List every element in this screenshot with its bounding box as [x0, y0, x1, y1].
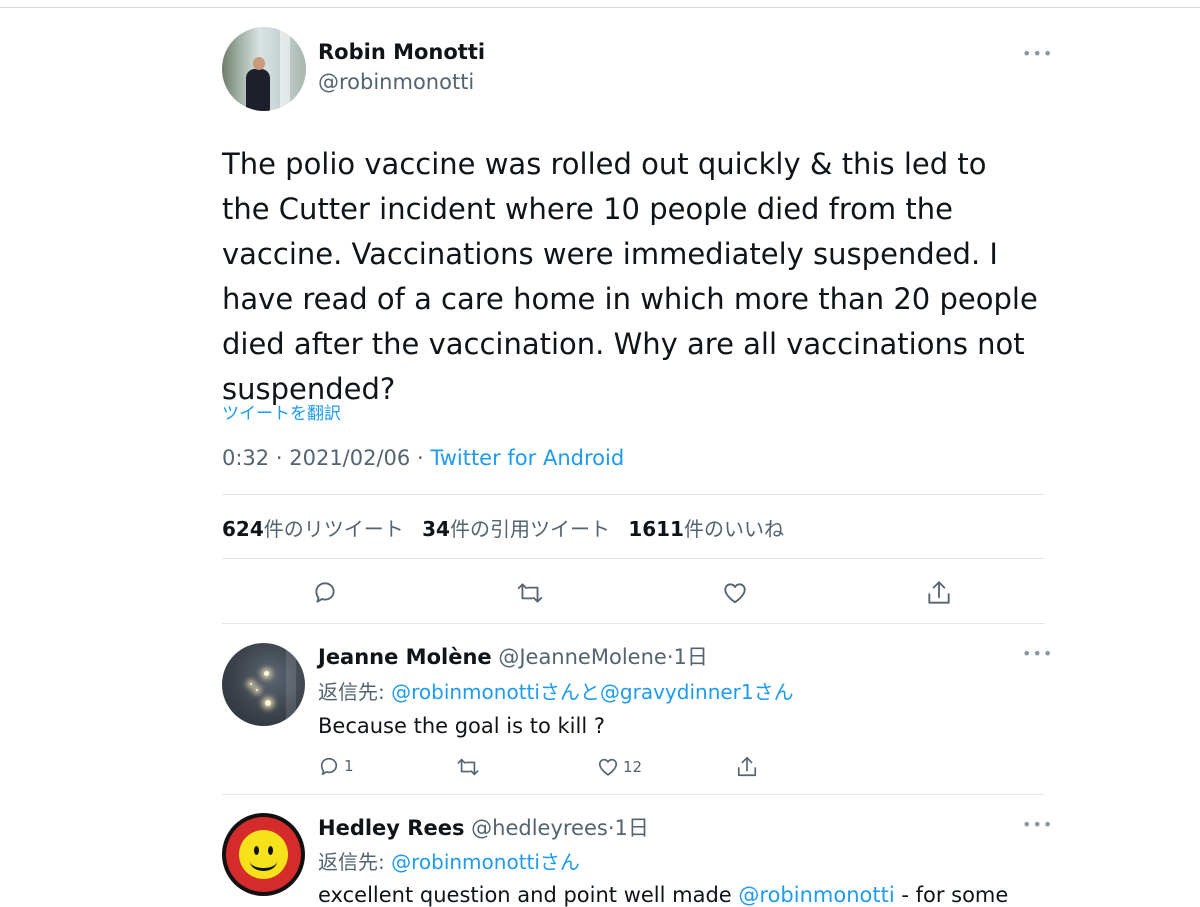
author-handle[interactable]: @robinmonotti	[318, 70, 474, 94]
reply-age[interactable]: ·1日	[667, 645, 708, 669]
avatar-star	[264, 671, 269, 676]
retweets-stat[interactable]: 624件のリツイート	[222, 517, 404, 541]
avatar-star	[265, 700, 271, 706]
like-icon[interactable]	[722, 580, 748, 606]
smiley-mouth	[250, 852, 277, 871]
likes-count: 1611	[628, 517, 684, 541]
meta-separator: ·	[275, 446, 283, 470]
reply-icon	[320, 757, 338, 776]
quotes-label: 件の引用ツイート	[449, 517, 610, 541]
avatar-figure-body	[246, 69, 270, 111]
divider	[222, 558, 1045, 559]
likes-label: 件のいいね	[683, 517, 784, 541]
like-count: 12	[623, 758, 643, 776]
tweet-text: The polio vaccine was rolled out quickly…	[222, 147, 1038, 406]
divider	[222, 623, 1045, 624]
avatar-figure-head	[253, 57, 265, 70]
retweet-icon	[457, 758, 479, 776]
reply-age[interactable]: ·1日	[608, 816, 649, 840]
replying-to: 返信先: @robinmonottiさん	[318, 846, 580, 875]
reply-avatar[interactable]	[222, 813, 305, 896]
reply-reply-action[interactable]: 1	[318, 755, 354, 777]
reply-author-handle[interactable]: @JeanneMolene	[498, 645, 666, 669]
retweets-label: 件のリツイート	[263, 517, 404, 541]
retweets-count: 624	[222, 517, 264, 541]
like-icon	[598, 758, 618, 776]
reply-header: Hedley Rees @hedleyrees·1日	[318, 812, 649, 842]
more-dots-icon[interactable]: •••	[1022, 44, 1053, 63]
avatar-background	[280, 27, 290, 111]
reply-share-action[interactable]	[736, 755, 758, 779]
avatar-star	[256, 689, 258, 691]
likes-stat[interactable]: 1611件のいいね	[628, 517, 784, 541]
quotes-stat[interactable]: 34件の引用ツイート	[422, 517, 610, 541]
tweet-stats: 624件のリツイート 34件の引用ツイート 1611件のいいね	[222, 513, 796, 542]
tweet-time[interactable]: 0:32	[222, 446, 269, 470]
divider	[222, 794, 1045, 795]
more-dots-icon[interactable]: •••	[1022, 815, 1053, 834]
meta-separator: ·	[416, 446, 424, 470]
author-name[interactable]: Robin Monotti	[318, 40, 485, 64]
reply-retweet-action[interactable]	[456, 756, 484, 778]
avatar-star	[250, 683, 252, 685]
avatar-background	[286, 643, 296, 726]
replying-to: 返信先: @robinmonottiさんと@gravydinner1さん	[318, 676, 794, 705]
reply-text: Because the goal is to kill ?	[318, 714, 605, 738]
reply-header: Jeanne Molène @JeanneMolene·1日	[318, 641, 708, 671]
reply-text-end: - for some	[894, 883, 1009, 907]
reply-author-name[interactable]: Jeanne Molène	[318, 645, 492, 669]
reply-author-name[interactable]: Hedley Rees	[318, 816, 464, 840]
replying-to-handles[interactable]: @robinmonottiさんと@gravydinner1さん	[391, 680, 794, 704]
translate-tweet-link[interactable]: ツイートを翻訳	[222, 399, 341, 424]
tweet-date[interactable]: 2021/02/06	[289, 446, 410, 470]
share-icon[interactable]	[926, 579, 952, 607]
reply-avatar[interactable]	[222, 643, 305, 726]
reply-text: excellent question and point well made @…	[318, 883, 1008, 907]
author-avatar[interactable]	[222, 27, 306, 111]
more-dots-icon[interactable]: •••	[1022, 644, 1053, 663]
smiley-face-icon	[239, 830, 288, 879]
retweet-icon[interactable]	[516, 580, 544, 606]
reply-like-action[interactable]: 12	[597, 756, 642, 778]
reply-mention[interactable]: @robinmonotti	[738, 883, 894, 907]
reply-count: 1	[344, 757, 354, 775]
reply-text-start: excellent question and point well made	[318, 883, 739, 907]
top-divider	[0, 7, 1200, 8]
reply-author-handle[interactable]: @hedleyrees	[471, 816, 608, 840]
divider	[222, 494, 1045, 495]
tweet-source[interactable]: Twitter for Android	[430, 446, 624, 470]
reply-icon[interactable]	[312, 579, 338, 605]
share-icon	[737, 757, 757, 777]
replying-to-label: 返信先:	[318, 680, 392, 704]
replying-to-label: 返信先:	[318, 850, 392, 874]
tweet-meta: 0:32 · 2021/02/06 · Twitter for Android	[222, 446, 624, 470]
replying-to-handles[interactable]: @robinmonottiさん	[391, 850, 580, 874]
quotes-count: 34	[422, 517, 450, 541]
